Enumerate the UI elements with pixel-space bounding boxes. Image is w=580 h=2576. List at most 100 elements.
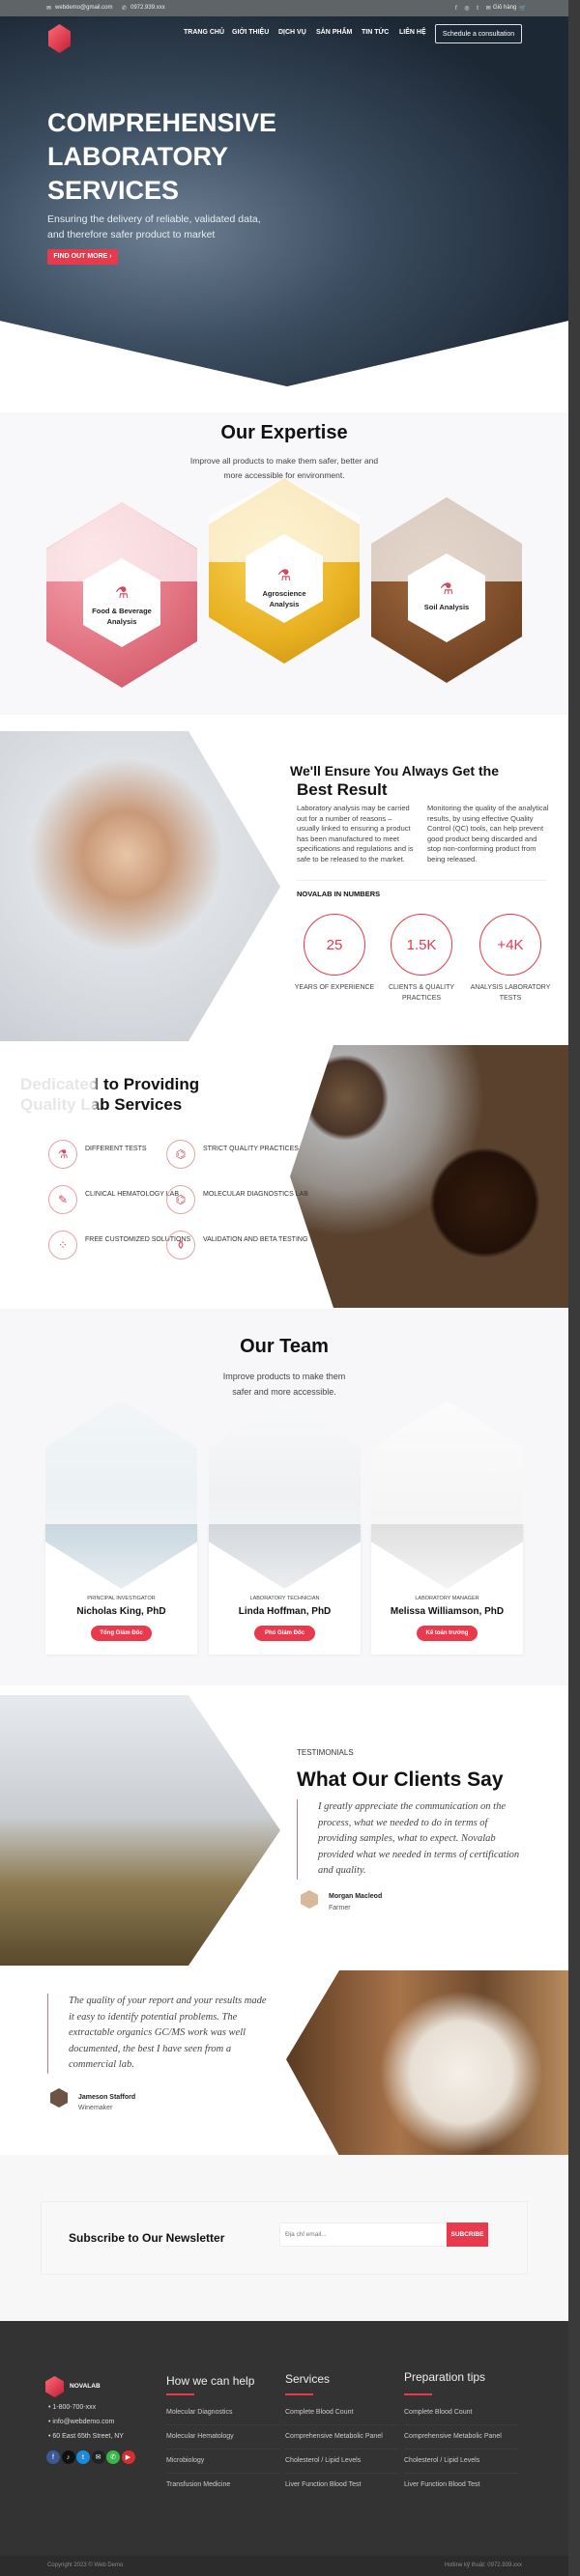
divider — [285, 2473, 399, 2474]
footer-link[interactable]: Comprehensive Metabolic Panel — [285, 2433, 383, 2440]
nav-news[interactable]: TIN TỨC — [362, 29, 389, 36]
team-badge[interactable]: Phó Giám Đốc — [254, 1626, 315, 1641]
footer-link[interactable]: Comprehensive Metabolic Panel — [404, 2433, 502, 2440]
numbers-title: NOVALAB IN NUMBERS — [297, 890, 381, 898]
hero-subtitle-line: and therefore safer product to market — [47, 229, 216, 241]
title-line: Quality Lab Services — [20, 1095, 183, 1114]
contact-text[interactable]: 1-800-700-xxx — [52, 2404, 96, 2411]
winemaker-image — [286, 1970, 568, 2156]
footer-contact: • 1-800-700-xxx — [48, 2404, 97, 2411]
team-role: LABORATORY MANAGER — [415, 1596, 479, 1601]
team-badge[interactable]: Kế toán trưởng — [417, 1626, 478, 1641]
newsletter-title: Subscribe to Our Newsletter — [69, 2231, 225, 2245]
team-title: Our Team — [240, 1336, 329, 1357]
phone-icon: ✆ — [122, 6, 128, 12]
stat-circle: 1.5K — [391, 914, 452, 976]
hero-subtitle-line: Ensuring the delivery of reliable, valid… — [47, 213, 261, 225]
expertise-label[interactable]: Agroscience Analysis — [209, 588, 360, 609]
contact-text[interactable]: info@webdemo.com — [52, 2419, 114, 2425]
avatar — [50, 2088, 68, 2108]
expertise-label[interactable]: Soil Analysis — [371, 602, 522, 612]
testimonial-name: Jameson Stafford — [78, 2094, 136, 2101]
about-paragraph-1: Laboratory analysis may be carried out f… — [297, 804, 414, 863]
team-role: PRINCIPAL INVESTIGATOR — [87, 1596, 156, 1601]
label-line: Analysis — [269, 600, 300, 609]
cart-link[interactable]: Giỏ hàng — [493, 5, 516, 11]
molecule-icon: ⌬ — [166, 1140, 195, 1169]
footer-title-underline — [166, 2393, 194, 2395]
divider — [285, 2424, 399, 2425]
hero-title-line: LABORATORY — [47, 142, 228, 171]
test-tube-icon: ⚗ — [48, 1140, 77, 1169]
footer-column-title: How we can help — [166, 2374, 255, 2388]
bacteria-icon: ⚗ — [276, 568, 292, 584]
schedule-consultation-button[interactable]: Schedule a consultation — [435, 24, 522, 43]
footer-contact: • 60 East 65th Street, NY — [48, 2433, 124, 2440]
expertise-title: Our Expertise — [220, 422, 348, 443]
testimonials-eyebrow: TESTIMONIALS — [297, 1748, 354, 1757]
stat-circle: 25 — [304, 914, 365, 976]
team-subtitle: Improve products to make them safer and … — [0, 1369, 568, 1400]
phone-icon[interactable]: ✆ — [106, 2450, 120, 2464]
label-line: Food & Beverage — [92, 607, 152, 615]
footer-link[interactable]: Liver Function Blood Test — [285, 2481, 361, 2488]
email-icon[interactable]: ✉ — [91, 2450, 105, 2464]
hero-title: COMPREHENSIVE LABORATORY SERVICES — [47, 106, 276, 208]
footer-link[interactable]: Complete Blood Count — [285, 2409, 353, 2416]
divider — [404, 2424, 518, 2425]
footer-link[interactable]: Cholesterol / Lipid Levels — [285, 2457, 361, 2464]
hero-title-line: COMPREHENSIVE — [47, 108, 277, 137]
nav-services[interactable]: DỊCH VỤ — [278, 29, 306, 36]
newsletter-email-input[interactable] — [279, 2222, 447, 2247]
feature-label: VALIDATION AND BETA TESTING — [203, 1236, 308, 1243]
stat-label: YEARS OF EXPERIENCE — [294, 984, 375, 991]
find-out-more-button[interactable]: FIND OUT MORE › — [47, 249, 118, 265]
footer-link[interactable]: Transfusion Medicine — [166, 2481, 230, 2488]
nav-products[interactable]: SẢN PHẨM — [316, 29, 352, 36]
about-heading: We'll Ensure You Always Get the — [290, 763, 499, 778]
top-bar: ✉ webdemo@gmail.com ✆ 0972.939.xxx f ◎ t… — [0, 0, 568, 16]
footer-link[interactable]: Molecular Hematology — [166, 2433, 234, 2440]
footer-link[interactable]: Cholesterol / Lipid Levels — [404, 2457, 479, 2464]
footer-link[interactable]: Microbiology — [166, 2457, 204, 2464]
team-name: Nicholas King, PhD — [76, 1606, 166, 1617]
twitter-icon[interactable]: t — [76, 2450, 90, 2464]
cart-icon[interactable]: 🛒 — [519, 5, 526, 12]
stat-circle: +4K — [479, 914, 541, 976]
label-line: Agroscience — [262, 589, 306, 598]
copyright: Copyright 2023 © Web Demo — [47, 2562, 124, 2568]
youtube-icon[interactable]: ▶ — [121, 2450, 135, 2464]
footer-link[interactable]: Complete Blood Count — [404, 2409, 472, 2416]
testimonial-role: Farmer — [329, 1905, 351, 1911]
topbar-email[interactable]: webdemo@gmail.com — [55, 5, 112, 11]
contact-text[interactable]: 60 East 65th Street, NY — [52, 2433, 124, 2440]
expertise-label[interactable]: Food & Beverage Analysis — [46, 606, 197, 627]
footer-link[interactable]: Molecular Diagnostics — [166, 2409, 232, 2416]
label-line: Soil Analysis — [423, 603, 470, 611]
farmer-image — [0, 1695, 280, 1966]
divider — [166, 2424, 280, 2425]
about-paragraph-2: Monitoring the quality of the analytical… — [427, 804, 549, 863]
testimonials-title: What Our Clients Say — [297, 1769, 504, 1791]
subscribe-button[interactable]: SUBCRIBE — [447, 2222, 488, 2247]
email-icon: ✉ — [46, 6, 52, 12]
molecule-icon: ⌬ — [166, 1185, 195, 1214]
social-icons[interactable]: f ◎ t ✉ — [455, 5, 494, 12]
footer-link[interactable]: Liver Function Blood Test — [404, 2481, 479, 2488]
tiktok-icon[interactable]: ♪ — [61, 2450, 75, 2464]
team-badge[interactable]: Tổng Giám Đốc — [91, 1626, 152, 1641]
pills-icon: ⁘ — [48, 1231, 77, 1260]
scrollbar[interactable] — [568, 0, 580, 2576]
hero-subtitle: Ensuring the delivery of reliable, valid… — [47, 212, 261, 242]
topbar-phone[interactable]: 0972.939.xxx — [130, 5, 165, 11]
pipette-icon: ✎ — [48, 1185, 77, 1214]
facebook-icon[interactable]: f — [46, 2450, 60, 2464]
hero-title-line: SERVICES — [47, 176, 180, 205]
nav-home[interactable]: TRANG CHỦ — [184, 29, 224, 36]
testimonial-quote: The quality of your report and your resu… — [47, 1994, 270, 2074]
testimonial-role: Winemaker — [78, 2105, 113, 2111]
nav-contact[interactable]: LIÊN HỆ — [399, 29, 426, 36]
about-heading-2: Best Result — [297, 780, 388, 799]
footer-column-title: Preparation tips — [404, 2370, 486, 2384]
nav-about[interactable]: GIỚI THIỆU — [232, 29, 269, 36]
